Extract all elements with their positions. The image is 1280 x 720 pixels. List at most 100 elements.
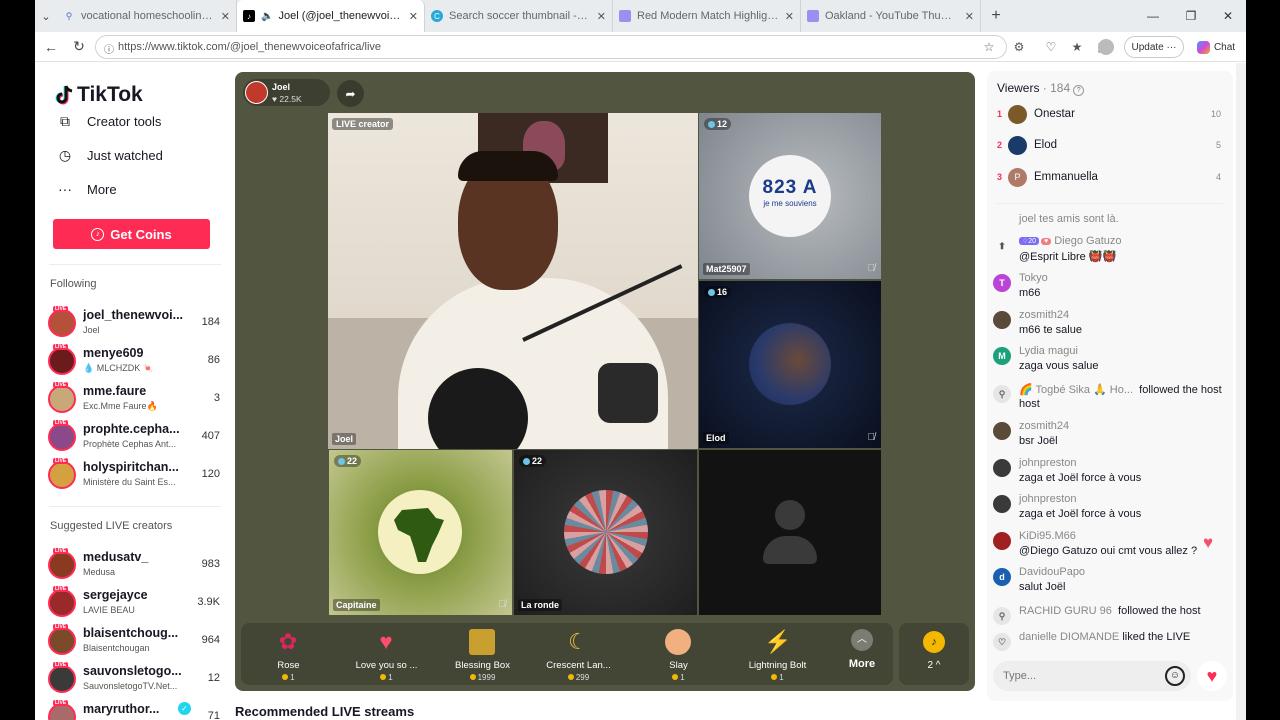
gift-slay[interactable]: Slay 1: [631, 623, 726, 685]
coin-balance-button[interactable]: ♪ 2 ^: [899, 623, 969, 685]
video-cell-guest[interactable]: 823 A je me souviens 12 Mat25907 🎙̸: [699, 113, 881, 279]
url-field[interactable]: ⓘ https://www.tiktok.com/@joel_thenewvoi…: [95, 35, 1007, 59]
live-badge: LIVE: [53, 624, 69, 630]
suggested-item[interactable]: LIVE medusatv_ Medusa 983: [48, 548, 224, 585]
gift-crescent-lantern[interactable]: ☾ Crescent Lan... 299: [531, 623, 626, 685]
video-cell-guest[interactable]: 22 La ronde: [514, 450, 697, 615]
gift-lightning-bolt[interactable]: ⚡ Lightning Bolt 1: [730, 623, 825, 685]
tab-tiktok[interactable]: ♪ 🔈 Joel (@joel_thenewvoiceofafrica) ✕: [237, 0, 425, 32]
emoji-icon[interactable]: ☺: [1165, 666, 1185, 686]
canva-icon: C: [431, 10, 443, 22]
tab-red-modern[interactable]: Red Modern Match Highlight YouTube ✕: [613, 0, 801, 32]
share-button[interactable]: ➦: [337, 80, 364, 107]
viewer-count: 3: [213, 392, 220, 404]
sidebar-item-more[interactable]: ··· More: [55, 178, 117, 200]
chat-text-cont: host: [1019, 398, 1040, 410]
following-item[interactable]: LIVE mme.faure Exc.Mme Faure🔥 3: [48, 382, 224, 419]
suggested-item[interactable]: LIVE blaisentchoug... Blaisentchougan 96…: [48, 624, 224, 661]
close-icon[interactable]: ✕: [597, 10, 606, 23]
suggested-item[interactable]: LIVE sauvonsletogo... SauvonsletogoTV.Ne…: [48, 662, 224, 699]
viewer-row[interactable]: 2 Elod 5: [987, 134, 1233, 158]
refresh-icon[interactable]: ↻: [65, 33, 93, 61]
following-item[interactable]: LIVE joel_thenewvoi... Joel 184: [48, 306, 224, 343]
viewer-row[interactable]: 3 P Emmanuella 4: [987, 166, 1233, 190]
chat-text: @Esprit Libre 👹👹: [1019, 251, 1117, 263]
back-icon[interactable]: ←: [37, 33, 65, 61]
mic-stand: [598, 363, 658, 423]
browser-essentials-icon[interactable]: ♡: [1041, 37, 1061, 57]
update-button[interactable]: Update ···: [1124, 36, 1184, 58]
chat-user: Diego Gatuzo: [1054, 235, 1122, 247]
divider: [49, 506, 221, 507]
following-header: Following: [50, 278, 97, 290]
tab-list-chevron-icon[interactable]: ⌄: [35, 0, 57, 32]
viewer-count: 86: [207, 354, 220, 366]
level-badge: ♢20: [1019, 237, 1040, 245]
video-cell-host[interactable]: LIVE creator Joel: [328, 113, 698, 449]
viewer-count: 120: [201, 468, 220, 480]
slay-icon: [665, 629, 691, 655]
close-icon[interactable]: ✕: [409, 10, 418, 23]
video-cell-guest[interactable]: 22 Capitaine 🎙̸: [329, 450, 512, 615]
plate-image: 823 A je me souviens: [749, 155, 831, 237]
profile-avatar[interactable]: [1098, 39, 1114, 55]
sidebar-item-label: Just watched: [87, 147, 163, 163]
africa-globe-image: [378, 490, 462, 574]
following-item[interactable]: LIVE holyspiritchan... Ministère du Sain…: [48, 458, 224, 495]
account-nickname: Prophète Cephas Ant...: [83, 439, 177, 449]
viewer-name: Onestar: [1034, 108, 1075, 120]
participant-name: Mat25907: [703, 263, 750, 275]
suggested-item[interactable]: LIVE maryruthor... ✓ 71: [48, 700, 224, 720]
plate-text: 823 A: [762, 177, 818, 198]
site-info-icon[interactable]: ⓘ: [104, 41, 114, 56]
chat-input[interactable]: [1003, 661, 1153, 691]
window-close-icon[interactable]: ✕: [1210, 0, 1246, 32]
viewers-header[interactable]: Viewers · 184?: [997, 81, 1085, 96]
minimize-icon[interactable]: —: [1135, 0, 1171, 32]
tiktok-note-icon: [55, 85, 73, 105]
tab-oakland[interactable]: Oakland - YouTube Thumbnail ✕: [801, 0, 981, 32]
close-icon[interactable]: ✕: [785, 10, 794, 23]
gift-blessing-box[interactable]: Blessing Box 1999: [435, 623, 530, 685]
viewer-name: Emmanuella: [1034, 171, 1098, 183]
account-nickname: Ministère du Saint Es...: [83, 477, 176, 487]
follow-icon: ⚲: [993, 607, 1011, 625]
tab-title: Search soccer thumbnail - Canva: [449, 10, 591, 22]
empty-guest-slot[interactable]: [699, 450, 881, 615]
following-item[interactable]: LIVE prophte.cepha... Prophète Cephas An…: [48, 420, 224, 457]
gift-price: 1: [779, 673, 784, 682]
divider: [49, 264, 221, 265]
favorite-star-icon[interactable]: ☆: [979, 37, 999, 57]
close-icon[interactable]: ✕: [221, 10, 230, 23]
page-scrollbar[interactable]: [1236, 63, 1246, 720]
viewer-score: 10: [1210, 109, 1221, 119]
tiktok-logo[interactable]: TikTok: [55, 83, 143, 107]
new-tab-icon[interactable]: +: [981, 0, 1011, 32]
suggested-item[interactable]: LIVE sergejayce LAVIE BEAU 3.9K: [48, 586, 224, 623]
chat-user: johnpreston: [1019, 457, 1077, 469]
gift-love-you[interactable]: ♥ Love you so ... 1: [339, 623, 434, 685]
close-icon[interactable]: ✕: [965, 10, 974, 23]
tab-search[interactable]: ⚲ vocational homeschooling - Search ✕: [57, 0, 237, 32]
copilot-chat-button[interactable]: Chat: [1190, 36, 1242, 58]
favorites-icon[interactable]: ★: [1067, 37, 1087, 57]
video-cell-guest[interactable]: 16 Elod 🎙̸: [699, 281, 881, 448]
sidebar-item-creator-tools[interactable]: ⧉ Creator tools: [55, 110, 161, 132]
screen: ⌄ ⚲ vocational homeschooling - Search ✕ …: [0, 0, 1280, 720]
more-gifts-button[interactable]: ︿ More: [837, 629, 887, 679]
get-coins-button[interactable]: ♪ Get Coins: [53, 219, 210, 249]
participant-name: Joel: [332, 433, 357, 445]
like-heart-button[interactable]: ♥: [1197, 661, 1227, 691]
sidebar-item-just-watched[interactable]: ◷ Just watched: [55, 144, 163, 166]
following-item[interactable]: LIVE menye609 💧 MLCHZDK 🍬 86: [48, 344, 224, 381]
viewer-row[interactable]: 1 Onestar 10: [987, 103, 1233, 127]
extensions-icon[interactable]: ⚙: [1009, 37, 1029, 57]
speaker-icon[interactable]: 🔈: [261, 11, 273, 22]
viewer-score: 4: [1215, 172, 1221, 182]
host-info[interactable]: Joel ♥ 22.5K: [243, 79, 330, 106]
tab-canva[interactable]: C Search soccer thumbnail - Canva ✕: [425, 0, 613, 32]
divider: [997, 203, 1223, 204]
restore-icon[interactable]: ❐: [1173, 0, 1209, 32]
gift-rose[interactable]: ✿ Rose 1: [241, 623, 336, 685]
logo-text: TikTok: [77, 83, 143, 106]
